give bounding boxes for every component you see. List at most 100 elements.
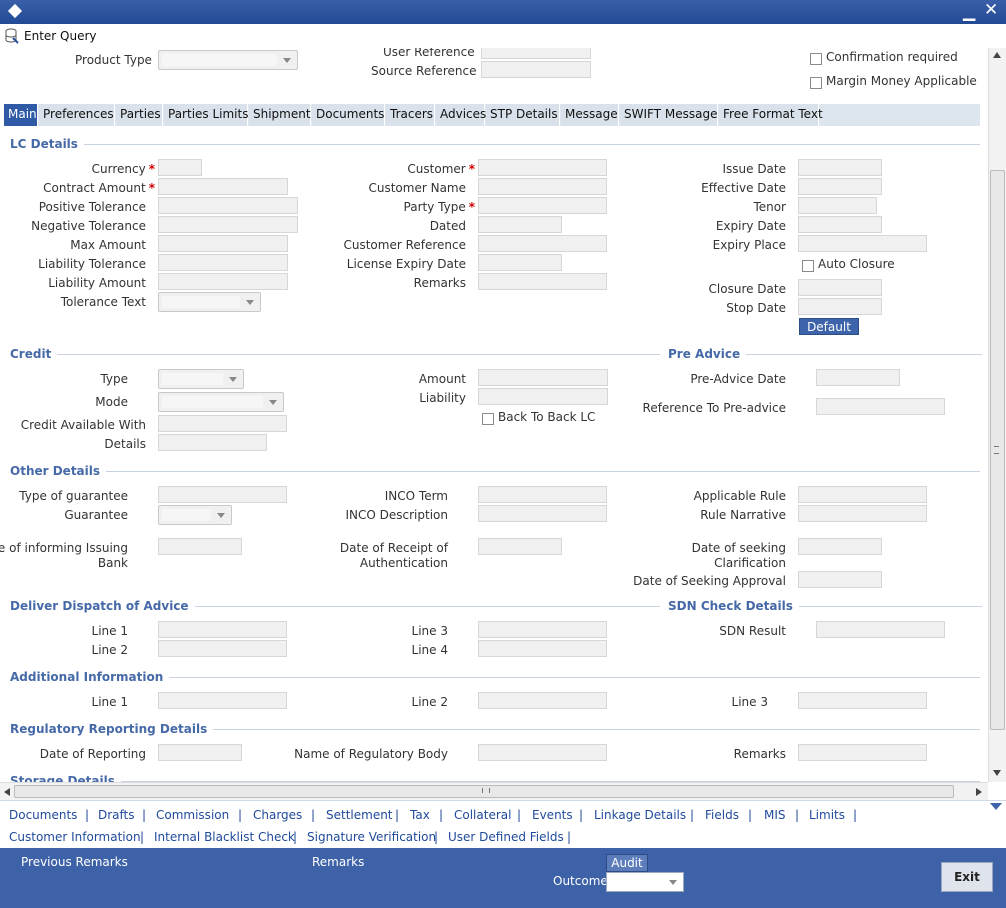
vertical-scrollbar[interactable] (988, 48, 1006, 782)
audit-button[interactable]: Audit (606, 854, 648, 872)
product-type-select[interactable] (158, 50, 298, 70)
link-linkage-details[interactable]: Linkage Details (594, 808, 686, 822)
default-button[interactable]: Default (799, 318, 859, 335)
inco-term-input[interactable] (478, 486, 607, 503)
scroll-right-icon[interactable] (976, 788, 982, 796)
source-reference-input[interactable] (481, 61, 591, 78)
link-user-defined-fields[interactable]: User Defined Fields (448, 830, 564, 844)
tab-shipment[interactable]: Shipment (249, 104, 311, 126)
credit-liability-input[interactable] (478, 388, 608, 405)
max-amount-input[interactable] (158, 235, 288, 252)
margin-money-checkbox[interactable] (810, 77, 822, 89)
credit-mode-select[interactable] (158, 392, 284, 412)
closure-date-input[interactable] (798, 279, 882, 296)
link-limits[interactable]: Limits (809, 808, 845, 822)
tab-swift-message[interactable]: SWIFT Message (620, 104, 718, 126)
customer-reference-input[interactable] (478, 235, 607, 252)
back-to-back-checkbox[interactable] (482, 413, 494, 425)
scroll-down-icon[interactable] (993, 770, 1001, 776)
user-reference-input[interactable] (481, 48, 591, 59)
auto-closure-checkbox[interactable] (802, 260, 814, 272)
customer-name-input[interactable] (478, 178, 607, 195)
expiry-date-input[interactable] (798, 216, 882, 233)
link-internal-blacklist-check[interactable]: Internal Blacklist Check (154, 830, 295, 844)
tab-parties-limits[interactable]: Parties Limits (164, 104, 248, 126)
currency-input[interactable] (158, 159, 202, 176)
link-tax[interactable]: Tax (410, 808, 430, 822)
link-settlement[interactable]: Settlement (326, 808, 393, 822)
remarks-input[interactable] (478, 273, 607, 290)
customer-input[interactable] (478, 159, 607, 176)
tab-stp-details[interactable]: STP Details (486, 104, 560, 126)
credit-amount-input[interactable] (478, 369, 608, 386)
applicable-rule-input[interactable] (798, 486, 927, 503)
expiry-place-input[interactable] (798, 235, 927, 252)
credit-details-input[interactable] (158, 434, 267, 451)
rule-narrative-input[interactable] (798, 505, 927, 522)
collapse-arrow-icon[interactable] (990, 803, 1002, 810)
regulatory-remarks-input[interactable] (798, 744, 927, 761)
regulatory-body-input[interactable] (478, 744, 607, 761)
liability-tolerance-input[interactable] (158, 254, 288, 271)
positive-tolerance-input[interactable] (158, 197, 298, 214)
confirmation-required-checkbox[interactable] (810, 53, 822, 65)
guarantee-select[interactable] (158, 505, 232, 525)
license-expiry-date-input[interactable] (478, 254, 562, 271)
link-mis[interactable]: MIS (764, 808, 786, 822)
link-documents[interactable]: Documents (9, 808, 77, 822)
deliver-line1-input[interactable] (158, 621, 287, 638)
date-informing-input[interactable] (158, 538, 242, 555)
scroll-left-icon[interactable] (4, 788, 10, 796)
effective-date-input[interactable] (798, 178, 882, 195)
enter-query-button[interactable]: Enter Query (24, 29, 97, 43)
link-drafts[interactable]: Drafts (98, 808, 135, 822)
tab-parties[interactable]: Parties (116, 104, 163, 126)
scroll-up-icon[interactable] (993, 52, 1001, 58)
link-fields[interactable]: Fields (705, 808, 739, 822)
tab-main[interactable]: Main (4, 104, 38, 126)
tab-preferences[interactable]: Preferences (39, 104, 115, 126)
tab-documents[interactable]: Documents (312, 104, 385, 126)
negative-tolerance-input[interactable] (158, 216, 298, 233)
minimize-icon[interactable]: ▁ (963, 2, 975, 21)
tab-message[interactable]: Message (561, 104, 619, 126)
credit-available-with-input[interactable] (158, 415, 287, 432)
outcome-select[interactable] (606, 872, 684, 892)
issue-date-input[interactable] (798, 159, 882, 176)
tab-tracers[interactable]: Tracers (386, 104, 435, 126)
pre-advice-date-input[interactable] (816, 369, 900, 386)
additional-line2-input[interactable] (478, 692, 607, 709)
date-of-reporting-input[interactable] (158, 744, 242, 761)
additional-line1-input[interactable] (158, 692, 287, 709)
enter-query-icon[interactable] (5, 28, 19, 44)
tenor-input[interactable] (798, 197, 877, 214)
tolerance-text-select[interactable] (158, 292, 261, 312)
tab-free-format-text[interactable]: Free Format Text (719, 104, 823, 126)
credit-type-select[interactable] (158, 369, 244, 389)
link-commission[interactable]: Commission (156, 808, 229, 822)
link-customer-information[interactable]: Customer Information (9, 830, 141, 844)
date-seeking-input[interactable] (798, 538, 882, 555)
type-of-guarantee-input[interactable] (158, 486, 287, 503)
stop-date-input[interactable] (798, 298, 882, 315)
inco-description-input[interactable] (478, 505, 607, 522)
deliver-line3-input[interactable] (478, 621, 607, 638)
exit-button[interactable]: Exit (941, 862, 993, 892)
liability-amount-input[interactable] (158, 273, 288, 290)
tab-advices[interactable]: Advices (436, 104, 486, 126)
sdn-result-input[interactable] (816, 621, 945, 638)
link-signature-verification[interactable]: Signature Verification (307, 830, 436, 844)
additional-line3-input[interactable] (798, 692, 927, 709)
party-type-input[interactable] (478, 197, 607, 214)
link-events[interactable]: Events (532, 808, 573, 822)
contract-amount-input[interactable] (158, 178, 288, 195)
date-receipt-input[interactable] (478, 538, 562, 555)
horizontal-scrollbar[interactable] (0, 782, 988, 800)
reference-pre-advice-input[interactable] (816, 398, 945, 415)
deliver-line2-input[interactable] (158, 640, 287, 657)
link-collateral[interactable]: Collateral (454, 808, 511, 822)
link-charges[interactable]: Charges (253, 808, 302, 822)
deliver-line4-input[interactable] (478, 640, 607, 657)
close-icon[interactable]: ✕ (984, 0, 998, 20)
date-seeking-approval-input[interactable] (798, 571, 882, 588)
